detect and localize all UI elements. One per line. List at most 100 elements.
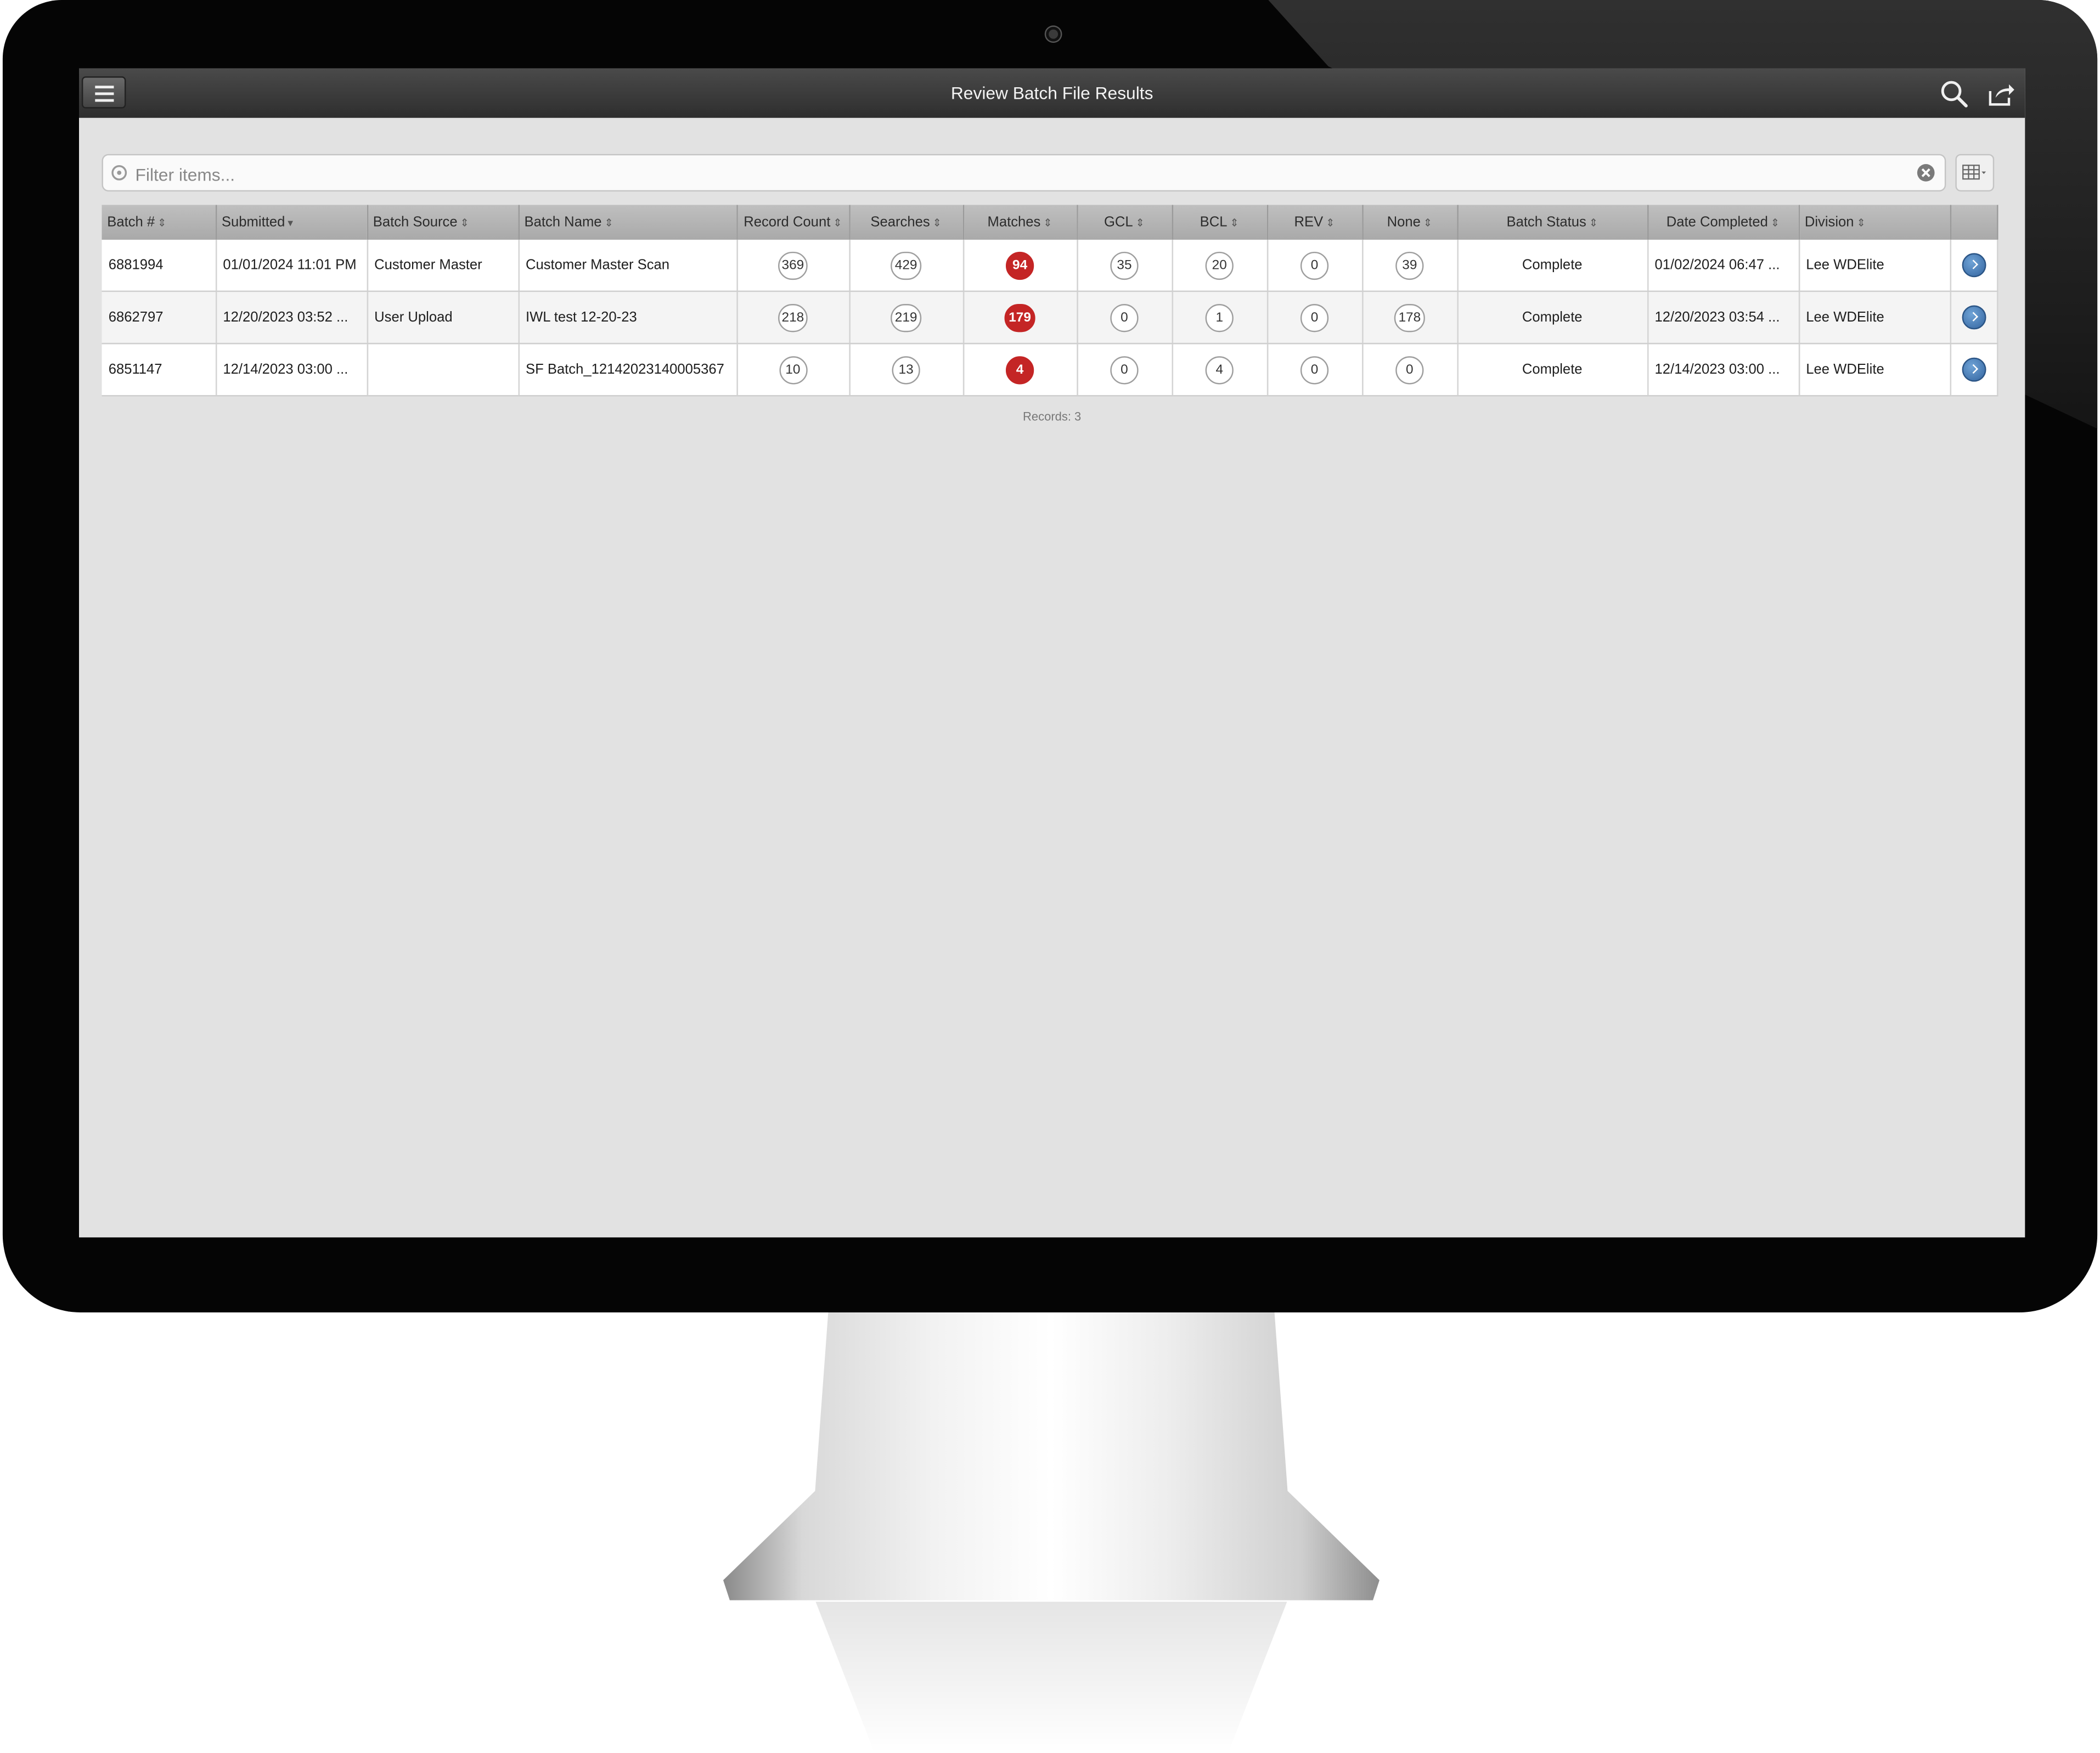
cell-bcl: 4 (1172, 343, 1268, 397)
count-badge: 10 (779, 356, 807, 384)
matches-badge: 179 (1004, 303, 1035, 332)
count-badge: 13 (892, 356, 920, 384)
count-badge: 429 (891, 251, 921, 279)
col-header-division[interactable]: Division ⇕ (1798, 205, 1951, 240)
cell-batch-name: IWL test 12-20-23 (518, 291, 737, 345)
cell-actions (1950, 291, 1998, 345)
cell-actions (1950, 343, 1998, 397)
cell-division: Lee WDElite (1798, 239, 1951, 292)
cell-date-completed: 12/20/2023 03:54 ... (1647, 291, 1800, 345)
count-badge: 369 (778, 251, 808, 279)
cell-matches: 179 (962, 291, 1078, 345)
chevron-right-circle-icon[interactable] (1961, 253, 1986, 278)
cell-batch-source: Customer Master (367, 239, 519, 292)
stand-reflection (815, 1602, 1287, 1753)
chevron-right-circle-icon[interactable] (1961, 305, 1986, 330)
monitor-stand (723, 1312, 1380, 1600)
cell-batch-name: Customer Master Scan (518, 239, 737, 292)
cell-submitted: 12/14/2023 03:00 ... (215, 343, 368, 397)
count-badge: 0 (1110, 356, 1139, 384)
col-header-record-count[interactable]: Record Count ⇕ (736, 205, 850, 240)
cell-actions (1950, 239, 1998, 292)
col-header-matches[interactable]: Matches ⇕ (962, 205, 1078, 240)
count-badge: 0 (1300, 303, 1329, 332)
cell-none: 39 (1362, 239, 1458, 292)
records-count: Records: 3 (1023, 409, 1082, 424)
search-icon (111, 165, 127, 181)
page-title: Review Batch File Results (950, 83, 1153, 103)
app-screen: Review Batch File Results Filter items..… (79, 68, 2025, 1238)
search-icon[interactable] (1939, 79, 1969, 109)
table-row[interactable]: 6862797 12/20/2023 03:52 ... User Upload… (102, 291, 1998, 345)
cell-batch: 6862797 (102, 291, 217, 345)
clear-circle-icon[interactable] (1917, 164, 1935, 182)
cell-gcl: 0 (1077, 291, 1173, 345)
cell-submitted: 12/20/2023 03:52 ... (215, 291, 368, 345)
cell-rev: 0 (1266, 239, 1363, 292)
cell-matches: 94 (962, 239, 1078, 292)
cell-record-count: 218 (736, 291, 850, 345)
count-badge: 0 (1395, 356, 1424, 384)
count-badge: 39 (1395, 251, 1424, 279)
count-badge: 178 (1394, 303, 1425, 332)
chevron-right-circle-icon[interactable] (1961, 357, 1986, 382)
cell-date-completed: 01/02/2024 06:47 ... (1647, 239, 1800, 292)
count-badge: 0 (1110, 303, 1139, 332)
share-export-icon[interactable] (1986, 79, 2016, 109)
filter-input[interactable] (132, 160, 1906, 188)
cell-searches: 219 (849, 291, 964, 345)
table-row[interactable]: 6881994 01/01/2024 11:01 PM Customer Mas… (102, 239, 1998, 292)
cell-bcl: 20 (1172, 239, 1268, 292)
cell-batch-status: Complete (1457, 343, 1648, 397)
cell-batch-source: User Upload (367, 291, 519, 345)
col-header-batch-name[interactable]: Batch Name ⇕ (518, 205, 737, 240)
col-header-bcl[interactable]: BCL ⇕ (1172, 205, 1268, 240)
title-bar: Review Batch File Results (79, 68, 2025, 118)
cell-none: 0 (1362, 343, 1458, 397)
table-header-row: Batch # ⇕ Submitted ▾ Batch Source ⇕ Batch … (102, 205, 1998, 240)
count-badge: 20 (1205, 251, 1234, 279)
column-chooser-button[interactable] (1955, 154, 1995, 192)
cell-division: Lee WDElite (1798, 343, 1951, 397)
col-header-submitted[interactable]: Submitted ▾ (215, 205, 368, 240)
cell-bcl: 1 (1172, 291, 1268, 345)
table-row[interactable]: 6851147 12/14/2023 03:00 ... SF Batch_12… (102, 343, 1998, 397)
cell-searches: 429 (849, 239, 964, 292)
col-header-batch[interactable]: Batch # ⇕ (102, 205, 217, 240)
cell-batch-status: Complete (1457, 291, 1648, 345)
cell-batch: 6881994 (102, 239, 217, 292)
camera-icon (1046, 26, 1061, 42)
cell-searches: 13 (849, 343, 964, 397)
cell-record-count: 369 (736, 239, 850, 292)
col-header-none[interactable]: None ⇕ (1362, 205, 1458, 240)
cell-rev: 0 (1266, 291, 1363, 345)
count-badge: 0 (1300, 251, 1329, 279)
results-table: Batch # ⇕ Submitted ▾ Batch Source ⇕ Batch … (102, 205, 1998, 397)
col-header-date-completed[interactable]: Date Completed ⇕ (1647, 205, 1800, 240)
count-badge: 0 (1300, 356, 1329, 384)
col-header-gcl[interactable]: GCL ⇕ (1077, 205, 1173, 240)
count-badge: 219 (891, 303, 921, 332)
cell-none: 178 (1362, 291, 1458, 345)
col-header-batch-source[interactable]: Batch Source ⇕ (367, 205, 519, 240)
col-header-rev[interactable]: REV ⇕ (1266, 205, 1363, 240)
filter-bar (102, 154, 1946, 192)
cell-gcl: 35 (1077, 239, 1173, 292)
count-badge: 1 (1205, 303, 1234, 332)
grid-columns-icon (1962, 165, 1986, 180)
col-header-searches[interactable]: Searches ⇕ (849, 205, 964, 240)
matches-badge: 94 (1005, 251, 1034, 279)
cell-rev: 0 (1266, 343, 1363, 397)
count-badge: 218 (778, 303, 808, 332)
col-header-actions (1950, 205, 1998, 240)
matches-badge: 4 (1005, 356, 1034, 384)
count-badge: 4 (1205, 356, 1234, 384)
count-badge: 35 (1110, 251, 1139, 279)
cell-record-count: 10 (736, 343, 850, 397)
col-header-batch-status[interactable]: Batch Status ⇕ (1457, 205, 1648, 240)
cell-batch-name: SF Batch_12142023140005367 (518, 343, 737, 397)
cell-matches: 4 (962, 343, 1078, 397)
cell-division: Lee WDElite (1798, 291, 1951, 345)
cell-submitted: 01/01/2024 11:01 PM (215, 239, 368, 292)
cell-gcl: 0 (1077, 343, 1173, 397)
